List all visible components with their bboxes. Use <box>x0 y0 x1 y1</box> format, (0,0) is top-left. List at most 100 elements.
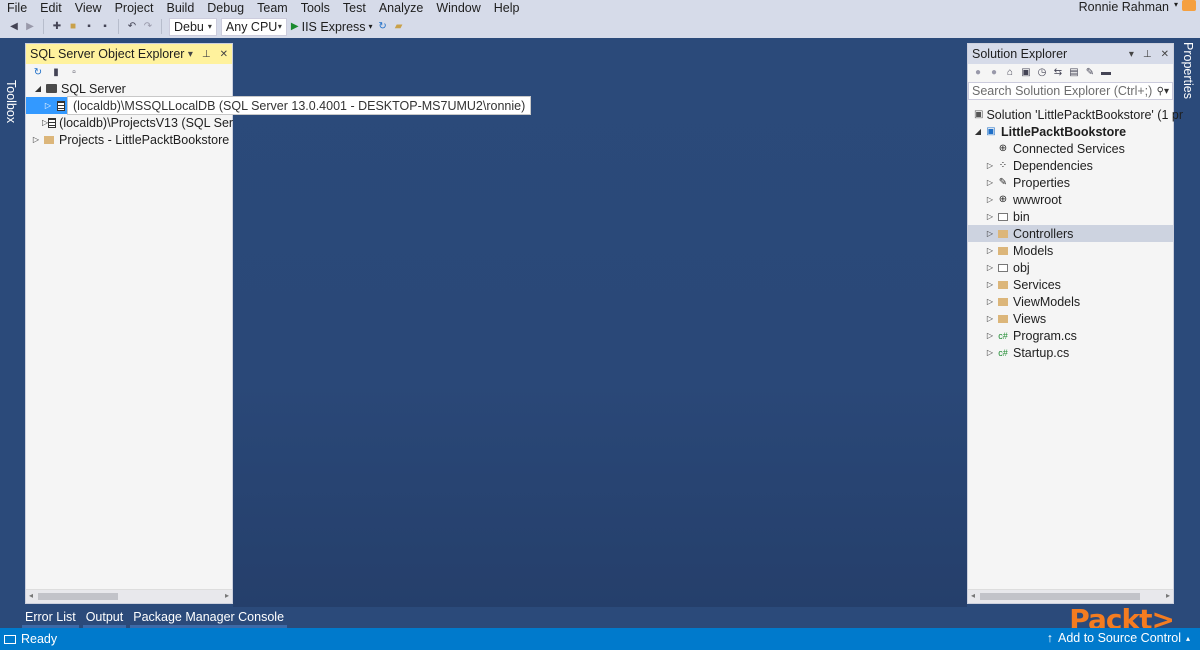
scrollbar-thumb[interactable] <box>38 593 118 600</box>
horizontal-scrollbar[interactable]: ◂ ▸ <box>26 589 232 603</box>
scroll-left-icon[interactable]: ◂ <box>971 591 975 600</box>
panel-title-bar[interactable]: SQL Server Object Explorer ▾ ⊥ ✕ <box>26 44 232 64</box>
tree-item-controllers[interactable]: ▷ Controllers <box>968 225 1173 242</box>
preview-icon[interactable]: ▬ <box>1100 66 1112 78</box>
expand-icon[interactable]: ▷ <box>984 161 996 170</box>
menu-help[interactable]: Help <box>487 1 526 15</box>
horizontal-scrollbar[interactable]: ◂ ▸ <box>968 589 1173 603</box>
switch-views-icon[interactable]: ▣ <box>1020 66 1032 78</box>
pin-icon[interactable]: ⊥ <box>1143 49 1152 60</box>
tree-item-views[interactable]: ▷ Views <box>968 310 1173 327</box>
tree-item-connected-services[interactable]: ⊕ Connected Services <box>968 140 1173 157</box>
expand-icon[interactable]: ▷ <box>984 229 996 238</box>
sync-icon[interactable]: ⇆ <box>1052 66 1064 78</box>
forward-icon[interactable]: ● <box>988 66 1000 78</box>
pending-changes-icon[interactable]: ◷ <box>1036 66 1048 78</box>
properties-tab[interactable]: Properties <box>1176 38 1200 630</box>
save-icon[interactable]: ▪ <box>83 21 95 33</box>
wrench-icon[interactable]: ✎ <box>1084 66 1096 78</box>
collapse-icon[interactable]: ◢ <box>32 84 44 93</box>
expand-icon[interactable]: ▷ <box>42 101 54 110</box>
browser-link-icon[interactable]: ▰ <box>393 21 405 33</box>
tab-package-manager-console[interactable]: Package Manager Console <box>130 610 288 628</box>
tab-output[interactable]: Output <box>82 610 127 628</box>
tab-error-list[interactable]: Error List <box>22 610 79 628</box>
back-icon[interactable]: ◀ <box>8 21 20 33</box>
scroll-right-icon[interactable]: ▸ <box>225 591 229 600</box>
toolbox-label: Toolbox <box>4 80 18 124</box>
expand-icon[interactable]: ▷ <box>30 135 42 144</box>
close-icon[interactable]: ✕ <box>1161 49 1169 60</box>
collapse-icon[interactable]: ◢ <box>972 127 984 136</box>
expand-icon[interactable]: ▷ <box>984 348 996 357</box>
toolbox-tab[interactable]: Toolbox <box>0 38 22 630</box>
dropdown-icon[interactable]: ▾ <box>1129 49 1134 60</box>
expand-icon[interactable]: ▷ <box>984 178 996 187</box>
expand-icon[interactable]: ▷ <box>984 246 996 255</box>
back-icon[interactable]: ● <box>972 66 984 78</box>
scroll-left-icon[interactable]: ◂ <box>29 591 33 600</box>
menu-window[interactable]: Window <box>429 1 486 15</box>
expand-icon[interactable]: ▷ <box>984 314 996 323</box>
dropdown-icon[interactable]: ▾ <box>188 49 193 60</box>
platform-select[interactable]: Any CPU ▾ <box>220 17 287 36</box>
tree-item-dependencies[interactable]: ▷ ⁘ Dependencies <box>968 157 1173 174</box>
add-to-source-control-button[interactable]: ↑ Add to Source Control ▴ <box>1047 631 1190 645</box>
expand-icon[interactable]: ▷ <box>984 263 996 272</box>
menu-tools[interactable]: Tools <box>294 1 336 15</box>
refresh-icon[interactable]: ↻ <box>377 21 389 33</box>
notification-icon[interactable] <box>4 634 16 644</box>
redo-icon[interactable]: ↷ <box>142 21 154 33</box>
tree-item-wwwroot[interactable]: ▷ ⊕ wwwroot <box>968 191 1173 208</box>
tree-item-viewmodels[interactable]: ▷ ViewModels <box>968 293 1173 310</box>
menu-team[interactable]: Team <box>250 1 294 15</box>
scroll-right-icon[interactable]: ▸ <box>1166 591 1170 600</box>
chevron-down-icon[interactable]: ▾ <box>1174 0 1178 9</box>
disconnect-icon[interactable]: ▫ <box>68 66 80 78</box>
expand-icon[interactable]: ▷ <box>984 280 996 289</box>
tree-item-obj[interactable]: ▷ obj <box>968 259 1173 276</box>
tree-item-startup-cs[interactable]: ▷ c# Startup.cs <box>968 344 1173 361</box>
open-folder-icon[interactable]: ■ <box>67 21 79 33</box>
menu-file[interactable]: File <box>0 1 33 15</box>
scrollbar-thumb[interactable] <box>980 593 1140 600</box>
forward-icon[interactable]: ▶ <box>24 21 36 33</box>
tree-item-models[interactable]: ▷ Models <box>968 242 1173 259</box>
tree-item-services[interactable]: ▷ Services <box>968 276 1173 293</box>
menu-debug[interactable]: Debug <box>200 1 250 15</box>
add-server-icon[interactable]: ▮ <box>50 66 62 78</box>
tree-node-solution[interactable]: ▣ Solution 'LittlePacktBookstore' (1 pr <box>968 106 1183 123</box>
expand-icon[interactable]: ▷ <box>984 331 996 340</box>
run-button[interactable]: ▶ IIS Express ▾ <box>291 20 373 34</box>
user-name[interactable]: Ronnie Rahman <box>1079 0 1169 14</box>
tree-node-project[interactable]: ◢ ▣ LittlePacktBookstore <box>968 123 1173 140</box>
refresh-icon[interactable]: ↻ <box>32 66 44 78</box>
menu-test[interactable]: Test <box>336 1 372 15</box>
tree-node-projects[interactable]: ▷ Projects - LittlePacktBookstore <box>26 131 232 148</box>
tree-node-projectsv13[interactable]: ▷ (localdb)\ProjectsV13 (SQL Ser <box>26 114 233 131</box>
menu-analyze[interactable]: Analyze <box>372 1 429 15</box>
menu-build[interactable]: Build <box>159 1 200 15</box>
expand-icon[interactable]: ▷ <box>984 212 996 221</box>
feedback-icon[interactable] <box>1182 0 1196 11</box>
panel-title-bar[interactable]: Solution Explorer ▾ ⊥ ✕ <box>968 44 1173 64</box>
undo-icon[interactable]: ↶ <box>126 21 138 33</box>
menu-edit[interactable]: Edit <box>33 1 68 15</box>
tree-item-bin[interactable]: ▷ bin <box>968 208 1173 225</box>
save-all-icon[interactable]: ▪ <box>99 21 111 33</box>
collapse-all-icon[interactable]: ▤ <box>1068 66 1080 78</box>
expand-icon[interactable]: ▷ <box>984 297 996 306</box>
tree-item-properties[interactable]: ▷ ✎ Properties <box>968 174 1173 191</box>
tree-item-program-cs[interactable]: ▷ c# Program.cs <box>968 327 1173 344</box>
search-icon[interactable]: ⚲▾ <box>1157 86 1169 97</box>
tree-node-sql-server[interactable]: ◢ SQL Server <box>26 80 232 97</box>
solution-search-input[interactable]: Search Solution Explorer (Ctrl+;) ⚲▾ <box>968 82 1173 100</box>
home-icon[interactable]: ⌂ <box>1004 66 1016 78</box>
menu-project[interactable]: Project <box>108 1 160 15</box>
expand-icon[interactable]: ▷ <box>984 195 996 204</box>
configuration-select[interactable]: Debu ▾ <box>169 17 217 36</box>
menu-view[interactable]: View <box>68 1 108 15</box>
new-project-icon[interactable]: ✚ <box>51 21 63 33</box>
pin-icon[interactable]: ⊥ <box>202 49 211 60</box>
close-icon[interactable]: ✕ <box>220 49 228 60</box>
